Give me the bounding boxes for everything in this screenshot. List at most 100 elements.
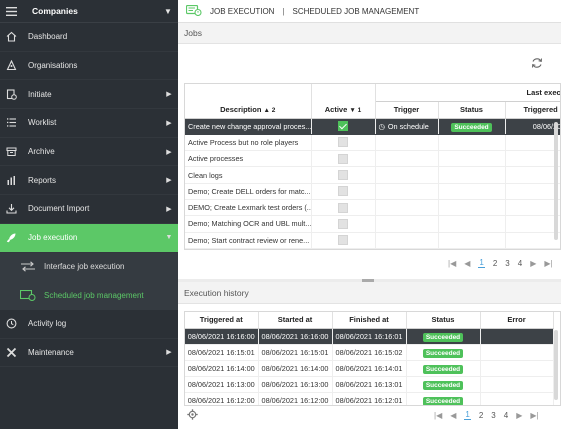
active-checkbox[interactable] [338,170,348,181]
history-cell [480,376,554,393]
sidebar-item-worklist[interactable]: Worklist ▶ [0,109,178,138]
table-row[interactable]: Demo; Start contract review or rene... [185,232,560,249]
jobs-grid: Description ▲ 2 Active ▼ 1 Last executio… [184,83,561,250]
sidebar-item-job-execution[interactable]: Job execution ▼ [0,223,178,253]
column-header-started-at[interactable]: Started at [258,312,333,329]
company-selector[interactable]: Companies ▼ [0,0,178,23]
active-checkbox[interactable] [338,218,348,229]
history-cell: 08/06/2021 16:12:00 [258,392,333,405]
page-3-button[interactable]: 3 [491,411,495,420]
column-header-finished-at[interactable]: Finished at [332,312,407,329]
document-play-icon [0,89,22,100]
page-1-button[interactable]: 1 [464,410,471,420]
job-triggered-at [505,199,560,217]
status-badge: Succeeded [422,380,464,390]
table-row[interactable]: 08/06/2021 16:14:00 08/06/2021 16:14:00 08… [185,360,554,377]
sidebar-subitem-label: Scheduled job management [44,291,144,301]
page-2-button[interactable]: 2 [479,411,483,420]
job-status [438,183,506,200]
page-3-button[interactable]: 3 [505,259,509,268]
sidebar-item-maintenance[interactable]: Maintenance ▶ [0,339,178,368]
last-page-icon[interactable]: ▶| [530,411,538,420]
jobs-toolbar [178,44,561,83]
sidebar-item-organisations[interactable]: Organisations [0,52,178,81]
column-header-triggered-at[interactable]: Triggered at [185,312,259,329]
jobs-scrollbar[interactable] [554,122,558,240]
column-header-trigger[interactable]: Trigger [375,101,439,119]
table-row[interactable]: 08/06/2021 16:12:00 08/06/2021 16:12:00 08… [185,392,554,405]
table-row[interactable]: 08/06/2021 16:13:00 08/06/2021 16:13:00 08… [185,376,554,393]
job-status [438,166,506,184]
job-description: Demo; Matching OCR and UBL mult... [185,215,312,233]
active-checkbox[interactable] [338,186,348,197]
tools-icon [0,347,22,358]
page-4-button[interactable]: 4 [504,411,508,420]
main-content: JOB EXECUTION | SCHEDULED JOB MANAGEMENT… [178,0,561,429]
table-row[interactable]: Create new change approval proces... ◷ On … [185,118,560,135]
table-row[interactable]: DEMO; Create Lexmark test orders (... [185,199,560,217]
history-scrollbar[interactable] [554,330,558,400]
breadcrumb-job-execution[interactable]: JOB EXECUTION [210,7,274,16]
job-trigger [375,134,439,152]
active-checkbox[interactable] [338,202,348,213]
column-header-status[interactable]: Status [438,101,506,119]
first-page-icon[interactable]: |◀ [434,411,442,420]
active-checkbox[interactable] [338,235,348,246]
table-row[interactable]: Clean logs [185,166,560,184]
job-active-cell [311,118,376,135]
job-trigger [375,183,439,200]
sidebar-subitem-interface-job-execution[interactable]: Interface job execution [0,252,178,282]
active-checkbox[interactable] [338,137,348,148]
active-checkbox[interactable] [338,153,348,164]
refresh-icon[interactable] [531,57,543,71]
chevron-right-icon: ▶ [166,205,172,213]
menu-icon[interactable] [0,6,22,16]
sidebar-item-document-import[interactable]: Document Import ▶ [0,195,178,224]
table-row[interactable]: Active Process but no role players [185,134,560,152]
execution-history-title: Execution history [178,282,561,304]
sidebar-item-reports[interactable]: Reports ▶ [0,166,178,196]
column-header-error[interactable]: Error [480,312,554,329]
sidebar-item-label: Dashboard [28,32,68,42]
settings-gear-icon[interactable] [187,409,198,422]
page-2-button[interactable]: 2 [493,259,497,268]
sidebar-item-activity-log[interactable]: Activity log [0,310,178,339]
table-row[interactable]: Active processes [185,150,560,168]
last-page-icon[interactable]: ▶| [544,259,552,268]
status-badge: Succeeded [451,122,492,132]
column-header-triggered-at[interactable]: Triggered at [505,101,560,119]
history-cell: 08/06/2021 16:14:00 [185,360,259,377]
chevron-right-icon: ▶ [166,349,172,357]
history-cell [480,360,554,377]
page-4-button[interactable]: 4 [518,259,522,268]
previous-page-icon[interactable]: ◀ [464,259,470,268]
table-row[interactable]: Demo; Matching OCR and UBL mult... [185,215,560,233]
next-page-icon[interactable]: ▶ [530,259,536,268]
chevron-down-icon[interactable]: ▼ [158,7,178,16]
status-badge: Succeeded [422,348,464,358]
interface-icon [0,261,40,272]
chevron-down-icon: ▼ [165,234,173,242]
column-header-description[interactable]: Description ▲ 2 [185,84,312,119]
sidebar-item-initiate[interactable]: Initiate ▶ [0,80,178,110]
column-header-active[interactable]: Active ▼ 1 [311,84,376,119]
table-row[interactable]: 08/06/2021 16:16:00 08/06/2021 16:16:00 08… [185,328,554,345]
sidebar-item-label: Reports [28,175,57,185]
table-row[interactable]: 08/06/2021 16:15:01 08/06/2021 16:15:01 08… [185,344,554,361]
column-header-status[interactable]: Status [406,312,481,329]
previous-page-icon[interactable]: ◀ [450,411,456,420]
sidebar-item-archive[interactable]: Archive ▶ [0,138,178,167]
history-cell: 08/06/2021 16:14:00 [258,360,333,377]
job-description: Demo; Start contract review or rene... [185,232,312,249]
active-checkbox[interactable] [338,121,348,132]
history-cell: 08/06/2021 16:12:00 [185,392,259,405]
sidebar-item-dashboard[interactable]: Dashboard [0,23,178,52]
history-cell: Succeeded [406,360,481,377]
first-page-icon[interactable]: |◀ [448,259,456,268]
sidebar-subitem-scheduled-job-management[interactable]: Scheduled job management [0,281,178,310]
history-cell: Succeeded [406,344,481,361]
next-page-icon[interactable]: ▶ [516,411,522,420]
chevron-right-icon: ▶ [166,177,172,185]
table-row[interactable]: Demo; Create DELL orders for matc... [185,183,560,200]
page-1-button[interactable]: 1 [478,258,485,268]
